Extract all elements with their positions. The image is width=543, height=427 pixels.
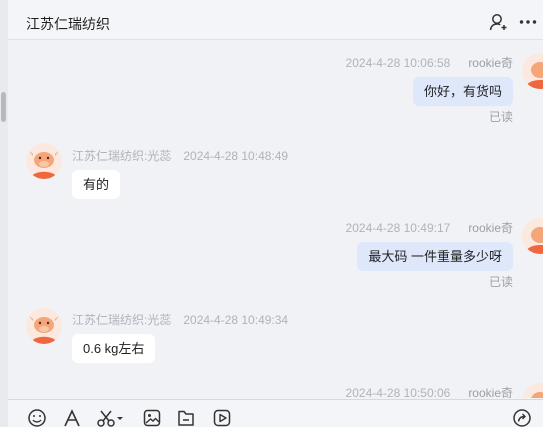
message-meta: 江苏仁瑞纺织:光蕊 2024-4-28 10:49:34 xyxy=(72,311,288,328)
avatar[interactable] xyxy=(522,383,543,398)
message-sender: 江苏仁瑞纺织:光蕊 xyxy=(72,313,172,327)
read-status: 已读 xyxy=(488,275,513,289)
share-icon[interactable] xyxy=(512,408,532,427)
message-meta: 2024-4-28 10:50:06 rookie奇 xyxy=(346,384,513,398)
message-sender: 江苏仁瑞纺织:光蕊 xyxy=(72,149,172,163)
chat-header: 江苏仁瑞纺织 xyxy=(8,0,543,40)
message-meta: 2024-4-28 10:06:58 rookie奇 xyxy=(346,54,513,71)
message-meta: 2024-4-28 10:49:17 rookie奇 xyxy=(346,219,513,236)
cow-avatar-icon xyxy=(26,308,62,344)
chat-title: 江苏仁瑞纺织 xyxy=(26,16,110,32)
message-bubble[interactable]: 0.6 kg左右 xyxy=(72,334,156,363)
video-icon[interactable] xyxy=(212,408,232,427)
message-sender: rookie奇 xyxy=(468,386,513,398)
screenshot-icon[interactable] xyxy=(96,408,124,427)
message-bubble[interactable]: 有的 xyxy=(72,170,121,199)
add-contact-icon[interactable] xyxy=(488,12,508,32)
left-scrollbar-thumb[interactable] xyxy=(1,92,6,122)
message-time: 2024-4-28 10:50:06 xyxy=(345,386,451,398)
cow-avatar-icon xyxy=(26,143,62,179)
message-time: 2024-4-28 10:48:49 xyxy=(183,149,289,163)
read-status: 已读 xyxy=(488,110,513,124)
avatar[interactable] xyxy=(26,143,62,179)
input-toolbar xyxy=(8,399,543,427)
message-bubble[interactable]: 你好，有货吗 xyxy=(412,77,513,106)
message-sender: rookie奇 xyxy=(468,221,513,235)
image-icon[interactable] xyxy=(142,408,162,427)
emoji-icon[interactable] xyxy=(27,408,47,427)
more-icon[interactable] xyxy=(518,12,538,32)
message-bubble[interactable]: 最大码 一件重量多少呀 xyxy=(357,242,513,271)
left-panel-edge xyxy=(0,0,8,427)
avatar[interactable] xyxy=(522,218,543,254)
cow-avatar-icon xyxy=(522,53,543,89)
cow-avatar-icon xyxy=(522,218,543,254)
avatar[interactable] xyxy=(26,308,62,344)
file-icon[interactable] xyxy=(176,408,196,427)
message-time: 2024-4-28 10:06:58 xyxy=(345,56,451,70)
message-sender: rookie奇 xyxy=(468,56,513,70)
cow-avatar-icon xyxy=(522,383,543,398)
message-meta: 江苏仁瑞纺织:光蕊 2024-4-28 10:48:49 xyxy=(72,147,288,164)
font-icon[interactable] xyxy=(62,408,82,427)
message-list[interactable]: 2024-4-28 10:06:58 rookie奇 你好，有货吗 已读 江苏仁瑞… xyxy=(8,41,543,398)
message-time: 2024-4-28 10:49:17 xyxy=(345,221,451,235)
message-time: 2024-4-28 10:49:34 xyxy=(183,313,289,327)
avatar[interactable] xyxy=(522,53,543,89)
